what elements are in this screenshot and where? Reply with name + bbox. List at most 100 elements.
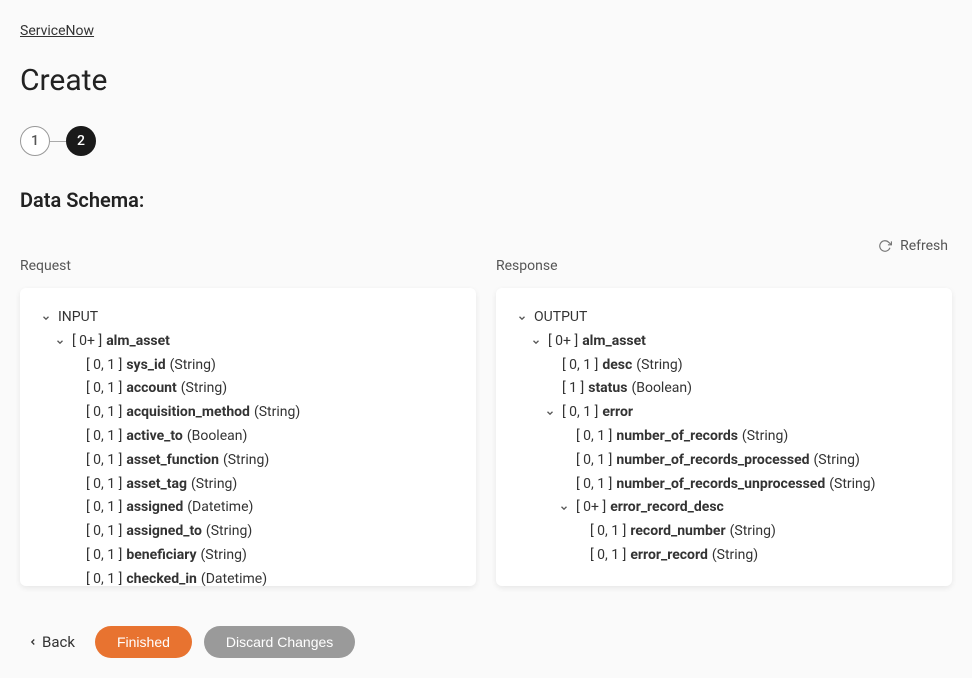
field-name: alm_asset: [582, 330, 646, 354]
back-label: Back: [42, 633, 75, 651]
field-type: (String): [181, 377, 227, 401]
response-panel: OUTPUT[ 0+ ]alm_asset[ 0, 1 ]desc(String…: [496, 288, 952, 586]
field-name: number_of_records_processed: [616, 449, 809, 473]
chevron-down-icon: [542, 408, 558, 418]
field-name: asset_function: [126, 449, 219, 473]
chevron-left-icon: [28, 633, 38, 651]
field-type: (String): [742, 425, 788, 449]
tree-row: [ 0, 1 ]desc(String): [514, 354, 934, 378]
field-cardinality: [ 0, 1 ]: [86, 401, 122, 425]
field-name: account: [126, 377, 176, 401]
field-type: (String): [730, 520, 776, 544]
field-name: beneficiary: [126, 544, 196, 568]
field-type: (String): [201, 544, 247, 568]
tree-row[interactable]: [ 0+ ]alm_asset: [38, 330, 458, 354]
tree-root[interactable]: OUTPUT: [514, 306, 934, 330]
field-cardinality: [ 0+ ]: [548, 330, 578, 354]
field-name: checked_in: [126, 568, 197, 586]
field-cardinality: [ 0, 1 ]: [86, 354, 122, 378]
field-type: (String): [170, 354, 216, 378]
tree-row[interactable]: [ 0+ ]error_record_desc: [514, 496, 934, 520]
field-cardinality: [ 0, 1 ]: [86, 520, 122, 544]
field-name: alm_asset: [106, 330, 170, 354]
request-column: Request INPUT[ 0+ ]alm_asset[ 0, 1 ]sys_…: [20, 258, 476, 586]
breadcrumb[interactable]: ServiceNow: [20, 23, 94, 39]
field-cardinality: [ 0, 1 ]: [86, 425, 122, 449]
field-cardinality: [ 0, 1 ]: [576, 425, 612, 449]
field-cardinality: [ 0, 1 ]: [562, 401, 598, 425]
root-label: INPUT: [58, 306, 98, 330]
field-name: desc: [602, 354, 632, 378]
field-cardinality: [ 0, 1 ]: [86, 473, 122, 497]
field-name: assigned: [126, 496, 183, 520]
chevron-down-icon: [556, 503, 572, 513]
step-connector: [50, 141, 66, 142]
tree-row[interactable]: [ 0, 1 ]error: [514, 401, 934, 425]
field-name: error_record_desc: [610, 496, 724, 520]
field-type: (String): [191, 473, 237, 497]
field-cardinality: [ 0, 1 ]: [86, 377, 122, 401]
refresh-button[interactable]: Refresh: [878, 238, 948, 254]
tree-root[interactable]: INPUT: [38, 306, 458, 330]
field-name: number_of_records_unprocessed: [616, 473, 825, 497]
field-type: (String): [814, 449, 860, 473]
field-cardinality: [ 0+ ]: [72, 330, 102, 354]
field-name: error: [602, 401, 633, 425]
tree-row: [ 0, 1 ]checked_in(Datetime): [38, 568, 458, 586]
tree-row[interactable]: [ 0+ ]alm_asset: [514, 330, 934, 354]
field-type: (String): [636, 354, 682, 378]
tree-row: [ 0, 1 ]sys_id(String): [38, 354, 458, 378]
finished-button[interactable]: Finished: [95, 626, 192, 658]
chevron-down-icon: [514, 313, 530, 323]
tree-row: [ 0, 1 ]acquisition_method(String): [38, 401, 458, 425]
tree-row: [ 0, 1 ]assigned(Datetime): [38, 496, 458, 520]
tree-row: [ 0, 1 ]number_of_records(String): [514, 425, 934, 449]
field-cardinality: [ 0, 1 ]: [86, 544, 122, 568]
field-name: sys_id: [126, 354, 165, 378]
field-name: acquisition_method: [126, 401, 250, 425]
field-type: (Datetime): [187, 496, 253, 520]
back-button[interactable]: Back: [20, 627, 83, 657]
step-2[interactable]: 2: [66, 126, 96, 156]
chevron-down-icon: [52, 337, 68, 347]
field-name: number_of_records: [616, 425, 738, 449]
field-name: assigned_to: [126, 520, 202, 544]
tree-row: [ 0, 1 ]error_record(String): [514, 544, 934, 568]
request-label: Request: [20, 258, 476, 274]
chevron-down-icon: [38, 313, 54, 323]
tree-row: [ 0, 1 ]asset_function(String): [38, 449, 458, 473]
tree-row: [ 0, 1 ]active_to(Boolean): [38, 425, 458, 449]
field-cardinality: [ 0, 1 ]: [562, 354, 598, 378]
tree-row: [ 0, 1 ]asset_tag(String): [38, 473, 458, 497]
field-type: (Boolean): [631, 377, 692, 401]
field-type: (String): [206, 520, 252, 544]
field-type: (Boolean): [187, 425, 248, 449]
tree-row: [ 0, 1 ]record_number(String): [514, 520, 934, 544]
field-cardinality: [ 0, 1 ]: [590, 520, 626, 544]
field-cardinality: [ 0+ ]: [576, 496, 606, 520]
tree-row: [ 1 ]status(Boolean): [514, 377, 934, 401]
stepper: 1 2: [20, 126, 952, 156]
field-type: (String): [829, 473, 875, 497]
tree-row: [ 0, 1 ]beneficiary(String): [38, 544, 458, 568]
field-name: asset_tag: [126, 473, 187, 497]
field-cardinality: [ 0, 1 ]: [86, 568, 122, 586]
step-1[interactable]: 1: [20, 126, 50, 156]
section-title: Data Schema:: [20, 188, 952, 212]
field-name: status: [588, 377, 627, 401]
page-title: Create: [20, 63, 952, 98]
field-name: active_to: [126, 425, 182, 449]
chevron-down-icon: [528, 337, 544, 347]
refresh-label: Refresh: [900, 238, 948, 254]
tree-row: [ 0, 1 ]number_of_records_unprocessed(St…: [514, 473, 934, 497]
field-cardinality: [ 0, 1 ]: [86, 449, 122, 473]
tree-row: [ 0, 1 ]assigned_to(String): [38, 520, 458, 544]
field-cardinality: [ 0, 1 ]: [576, 473, 612, 497]
field-type: (Datetime): [201, 568, 267, 586]
discard-button[interactable]: Discard Changes: [204, 626, 355, 658]
field-type: (String): [712, 544, 758, 568]
field-type: (String): [223, 449, 269, 473]
refresh-icon: [878, 239, 892, 253]
tree-row: [ 0, 1 ]number_of_records_processed(Stri…: [514, 449, 934, 473]
field-type: (String): [254, 401, 300, 425]
